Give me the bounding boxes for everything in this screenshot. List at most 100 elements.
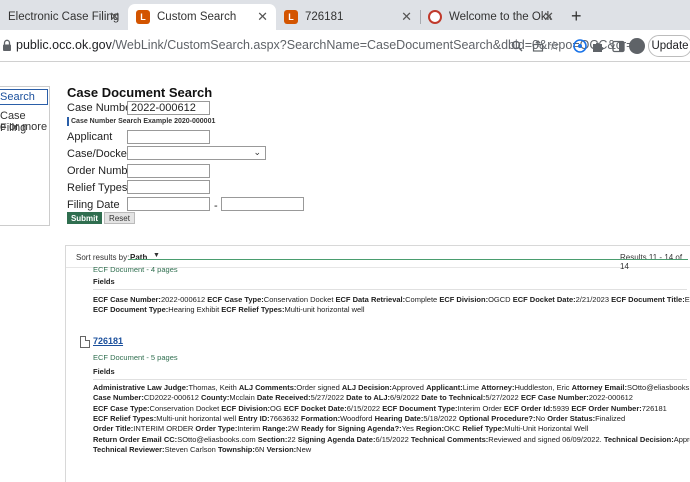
field-value: Finalized: [595, 413, 626, 423]
fields-divider: [93, 289, 687, 290]
order-number-input[interactable]: [127, 164, 210, 178]
close-icon[interactable]: ✕: [543, 9, 554, 25]
close-icon[interactable]: ✕: [257, 9, 268, 25]
tab-oklahoma-welcome[interactable]: Welcome to the Oklahoma Cor ✕: [420, 4, 562, 30]
field-label: ECF Case Type:: [93, 403, 150, 413]
field-value: 6/15/2022: [375, 434, 409, 444]
case-docket-type-select[interactable]: ⌄: [127, 146, 266, 160]
field-value: Reviewed and signed 06/09/2022.: [488, 434, 602, 444]
left-sidebar: Search Case Filing e or more: [0, 86, 50, 226]
bookmark-star-icon[interactable]: ☆: [546, 38, 562, 54]
url-host: public.occ.ok.gov: [16, 38, 112, 52]
field-label: ECF Division:: [439, 295, 489, 304]
field-label: Entry ID:: [238, 413, 270, 423]
extension-circle-icon[interactable]: [572, 38, 588, 54]
field-label: ALJ Comments:: [238, 383, 297, 392]
chevron-down-icon: ⌄: [253, 147, 261, 157]
field-value: Multi-unit horizontal well: [284, 305, 365, 315]
share-icon[interactable]: [530, 38, 546, 54]
field-label: Version:: [266, 444, 297, 454]
field-value: 726181: [641, 403, 667, 413]
field-value: 6/9/2022: [390, 393, 420, 403]
search-icon[interactable]: [509, 38, 525, 54]
document-icon: [80, 336, 90, 348]
field-line: Technical Reviewer:Steven Carlson Townsh…: [93, 445, 687, 455]
tab-title: 726181: [305, 11, 344, 23]
field-value: Multi-unit horizontal well: [156, 413, 237, 423]
field-value: Thomas, Keith: [188, 383, 237, 392]
field-value: 2W: [287, 424, 300, 434]
field-label: ECF Docket Date:: [512, 295, 576, 304]
field-label: Technical Comments:: [410, 434, 489, 444]
field-label: ECF Relief Types:: [93, 413, 157, 423]
field-label: Optional Procedure?:: [458, 413, 536, 423]
close-icon[interactable]: ✕: [109, 9, 120, 25]
case-number-example-hint: Case Number Search Example 2020-000001: [67, 117, 215, 126]
filing-date-label: Filing Date: [67, 199, 120, 211]
applicant-input[interactable]: [127, 130, 210, 144]
field-label: Date to ALJ:: [346, 393, 390, 403]
close-icon[interactable]: ✕: [401, 9, 412, 25]
field-value: 5/18/2022: [423, 413, 457, 423]
field-value: Conservation Docket: [149, 403, 220, 413]
field-label: Relief Type:: [462, 424, 505, 434]
field-label: Section:: [257, 434, 288, 444]
relief-types-input[interactable]: [127, 180, 210, 194]
reset-button[interactable]: Reset: [104, 212, 135, 224]
field-label: County:: [201, 393, 230, 403]
field-value: 7663632: [269, 413, 299, 423]
field-label: Case Number:: [93, 393, 144, 403]
result-subtitle: ECF Document - 5 pages: [93, 353, 178, 362]
field-label: Date to Technical:: [421, 393, 486, 403]
relief-types-label: Relief Types: [67, 182, 128, 194]
field-label: Administrative Law Judge:: [93, 383, 189, 392]
case-number-input[interactable]: 2022-000612: [127, 101, 210, 115]
field-value: 2/21/2023: [575, 295, 609, 304]
sidebar-item-search[interactable]: Search: [0, 89, 48, 105]
date-range-separator: -: [214, 200, 218, 212]
field-label: Range:: [262, 424, 288, 434]
tab-title: Custom Search: [157, 11, 237, 23]
field-value: 6/15/2022: [346, 403, 381, 413]
field-label: Order Title:: [93, 424, 134, 434]
field-value: 2022-000612: [588, 393, 633, 403]
case-number-label: Case Number: [67, 102, 135, 114]
tab-custom-search[interactable]: L Custom Search ✕: [128, 4, 276, 30]
puzzle-extensions-icon[interactable]: [589, 38, 605, 54]
field-line: ECF Case Type:Conservation Docket ECF Di…: [93, 404, 687, 414]
sidebar-item-more[interactable]: e or more: [0, 121, 47, 133]
field-label: ECF Data Retrieval:: [335, 295, 406, 304]
tab-726181[interactable]: L 726181 ✕: [276, 4, 420, 30]
field-label: Return Order Email CC:: [93, 434, 178, 444]
field-value: 5/27/2022: [485, 393, 519, 403]
field-value: SOtto@eliasbooks.com: [177, 434, 256, 444]
profile-avatar[interactable]: [629, 38, 645, 54]
lock-icon[interactable]: [2, 39, 12, 52]
field-value: Yes: [401, 424, 414, 434]
field-value: Exhibit 4: [684, 295, 690, 304]
field-label: ALJ Decision:: [341, 383, 392, 392]
sort-select[interactable]: Path: [130, 253, 147, 262]
field-value: Complete: [405, 295, 438, 304]
side-panel-icon[interactable]: [610, 38, 626, 54]
field-value: 22: [287, 434, 296, 444]
field-label: ECF Order Id:: [503, 403, 553, 413]
update-button[interactable]: Update: [648, 35, 690, 57]
new-tab-button[interactable]: +: [571, 6, 582, 27]
field-value: Approved: [673, 434, 690, 444]
field-label: Attorney Email:: [571, 383, 628, 392]
field-label: ECF Document Type:: [93, 305, 169, 315]
field-label: Signing Agenda Date:: [297, 434, 376, 444]
result-link-726181[interactable]: 726181: [93, 336, 123, 346]
filing-date-from-input[interactable]: [127, 197, 210, 211]
submit-button[interactable]: Submit: [67, 212, 102, 224]
chevron-down-icon[interactable]: ▼: [153, 252, 160, 259]
filing-date-to-input[interactable]: [221, 197, 304, 211]
tab-electronic-case-filing[interactable]: Electronic Case Filing ✕: [0, 4, 128, 30]
field-label: Ready for Signing Agenda?:: [301, 424, 402, 434]
field-value: Mcclain: [229, 393, 255, 403]
results-divider: [128, 259, 688, 260]
field-value: New: [296, 444, 312, 454]
field-value: 5/27/2022: [310, 393, 345, 403]
tab-title: Electronic Case Filing: [8, 11, 120, 23]
